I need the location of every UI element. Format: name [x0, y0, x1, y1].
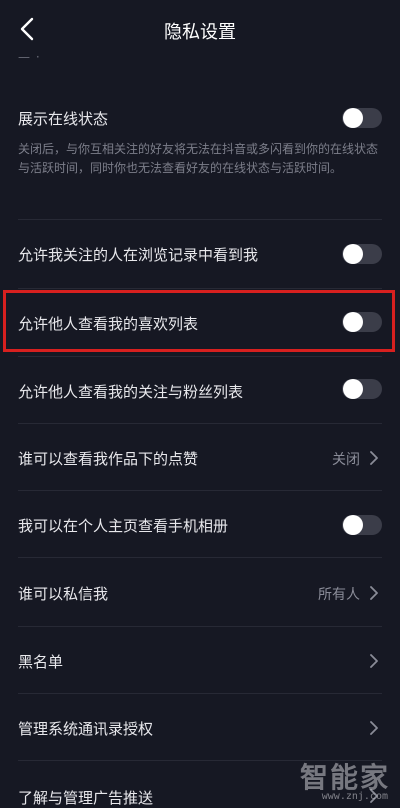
setting-value: 所有人	[318, 587, 360, 603]
setting-row-direct-message[interactable]: 谁可以私信我 所有人	[0, 558, 400, 626]
toggle-knob	[343, 108, 363, 128]
toggle-online-status[interactable]	[342, 108, 382, 128]
chevron-right-icon	[370, 451, 378, 465]
toggle-knob	[343, 379, 363, 399]
toggle-follow-fans-list[interactable]	[342, 379, 382, 399]
watermark-url: www.znj.com	[321, 791, 388, 802]
setting-label: 管理系统通讯录授权	[18, 720, 154, 738]
setting-row-like-visibility[interactable]: 谁可以查看我作品下的点赞 关闭	[0, 424, 400, 490]
toggle-knob	[343, 515, 363, 535]
highlight-box	[3, 290, 395, 352]
toggle-knob	[343, 244, 363, 264]
nav-bar: 隐私设置	[0, 0, 400, 62]
setting-row-contacts-auth[interactable]: 管理系统通讯录授权	[0, 694, 400, 760]
setting-label: 黑名单	[18, 653, 64, 671]
page-title: 隐私设置	[164, 22, 236, 43]
toggle-browse-history[interactable]	[342, 244, 382, 264]
setting-label: 我可以在个人主页查看手机相册	[18, 517, 229, 535]
setting-label: 了解与管理广告推送	[18, 789, 154, 807]
setting-label: 允许我关注的人在浏览记录中看到我	[18, 246, 259, 264]
setting-label: 允许他人查看我的关注与粉丝列表	[18, 383, 244, 401]
watermark: 智能家 www.znj.com	[286, 756, 396, 804]
watermark-logo-text: 智能家	[299, 761, 390, 794]
setting-row-blacklist[interactable]: 黑名单	[0, 627, 400, 693]
chevron-right-icon	[370, 721, 378, 735]
setting-label: 谁可以私信我	[18, 585, 109, 603]
setting-value: 关闭	[332, 452, 360, 468]
setting-row-follow-fans-list[interactable]: 允许他人查看我的关注与粉丝列表	[0, 357, 400, 423]
setting-label: 展示在线状态	[18, 110, 109, 128]
partial-row-text: — ·	[18, 50, 41, 64]
setting-description: 关闭后，与你互相关注的好友将无法在抖音或多闪看到你的在线状态与活跃时间，同时你也…	[18, 142, 379, 175]
setting-row-phone-album[interactable]: 我可以在个人主页查看手机相册	[0, 491, 400, 557]
setting-label: 谁可以查看我作品下的点赞	[18, 450, 199, 468]
setting-row-browse-history[interactable]: 允许我关注的人在浏览记录中看到我	[0, 220, 400, 288]
chevron-right-icon	[370, 654, 378, 668]
chevron-right-icon	[370, 586, 378, 600]
toggle-phone-album[interactable]	[342, 515, 382, 535]
setting-row-online-status: 展示在线状态 关闭后，与你互相关注的好友将无法在抖音或多闪看到你的在线状态与活跃…	[0, 100, 400, 220]
